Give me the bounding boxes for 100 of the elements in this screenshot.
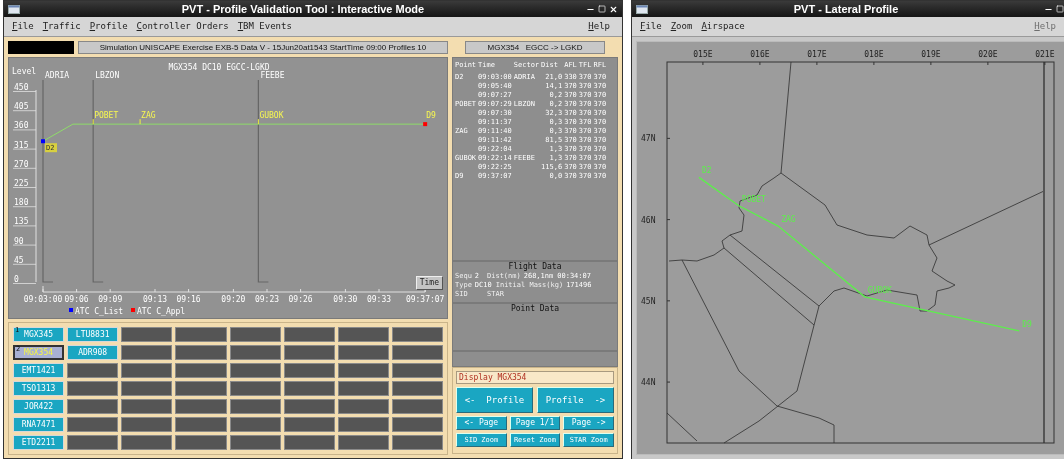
profile-button[interactable]: <- Profile — [456, 387, 533, 413]
simulation-info: Simulation UNISCAPE Exercise EXB-5 Data V - 15Jun20at1543 StartTime 09:00 Profiles 10 — [78, 41, 448, 54]
menu-item[interactable]: File — [12, 19, 34, 34]
empty-slot — [175, 435, 227, 450]
level-tick-label: 360 — [14, 121, 29, 131]
level-tick-label: 450 — [14, 83, 29, 92]
legend-label: ATC C_List — [75, 307, 124, 316]
chart-title: MGX354 DC10 EGCC-LGKD — [168, 63, 270, 72]
latitude-label: 46N — [641, 215, 656, 225]
section-title: Flight Data — [507, 262, 563, 272]
end-marker — [423, 122, 428, 127]
empty-slot — [175, 345, 227, 360]
waypoint-label: POBET — [741, 194, 766, 204]
empty-slot — [391, 417, 443, 432]
empty-slot — [67, 381, 119, 396]
empty-slot — [391, 435, 443, 450]
menu-item[interactable]: File — [640, 19, 662, 34]
time-button[interactable]: Time — [415, 276, 443, 290]
empty-slot — [337, 417, 389, 432]
menu-item[interactable]: Zoom — [670, 19, 693, 34]
latitude-tick — [666, 300, 671, 302]
longitude-tick — [759, 61, 761, 66]
latitude-tick — [666, 219, 671, 221]
longitude-label: 017E — [807, 50, 827, 59]
longitude-label: 018E — [864, 50, 884, 59]
window-title: PVT - Lateral Profile — [792, 3, 900, 15]
time-tick-label: 09:20 — [221, 295, 246, 304]
longitude-tick — [873, 61, 875, 66]
waypoint-label: D2 — [701, 166, 712, 176]
empty-slot — [283, 399, 335, 414]
waypoint-label: ZAG — [781, 215, 796, 225]
sector-label: ADRIA — [45, 71, 70, 80]
empty-slot — [337, 327, 389, 342]
empty-slot — [229, 327, 281, 342]
waypoint-label: GUBOK — [867, 285, 892, 295]
level-tick-label: 135 — [14, 217, 29, 227]
section-title: Point Data — [509, 304, 561, 314]
empty-slot — [121, 363, 173, 378]
menu-item[interactable]: Airspace — [701, 19, 745, 34]
waypoint-label: POBET — [94, 111, 119, 121]
waypoint-tick — [92, 118, 94, 125]
empty-slot — [283, 435, 335, 450]
flight-button[interactable]: JOR422 — [13, 399, 65, 414]
empty-slot — [121, 345, 173, 360]
empty-slot — [337, 435, 389, 450]
empty-slot — [391, 345, 443, 360]
level-tick-label: 405 — [14, 102, 29, 112]
time-tick-label: 09:23 — [254, 295, 280, 304]
flight-button[interactable]: TSO1313 — [13, 381, 65, 396]
empty-slot — [121, 381, 173, 396]
empty-slot — [283, 327, 335, 342]
window-title: PVT - Profile Validation Tool : Interactive Mode — [180, 3, 426, 15]
level-tick-label: 90 — [14, 236, 24, 246]
waypoint-tick — [139, 118, 141, 125]
empty-slot — [175, 381, 227, 396]
empty-slot — [175, 417, 227, 432]
legend-label: ATC C_Appl — [137, 307, 186, 316]
page-button[interactable]: <- Page — [456, 416, 507, 430]
waypoint-label: GUBOK — [259, 111, 284, 121]
menu-item[interactable]: Traffic — [42, 19, 81, 34]
page-button[interactable]: Page 1/1 — [509, 416, 561, 430]
empty-slot — [229, 399, 281, 414]
menu-item[interactable]: TBM Events — [237, 19, 292, 34]
flight-button[interactable]: ETD2211 — [13, 435, 65, 450]
flight-button[interactable]: EMT1421 — [13, 363, 65, 378]
time-tick-label: 09:37:07 — [405, 295, 445, 304]
maximize-icon[interactable] — [1056, 5, 1064, 13]
help-menu[interactable]: Help — [588, 19, 614, 34]
empty-slot — [337, 363, 389, 378]
latitude-label: 45N — [641, 296, 656, 306]
page-button[interactable]: Page -> — [563, 416, 614, 430]
close-icon[interactable] — [609, 4, 618, 14]
empty-slot — [67, 417, 119, 432]
empty-slot — [283, 417, 335, 432]
empty-slot — [121, 435, 173, 450]
waypoint-tick — [257, 118, 259, 125]
longitude-tick — [930, 61, 932, 66]
flight-button[interactable]: ADR908 — [67, 345, 119, 360]
sector-label: FEEBE — [260, 71, 285, 80]
maximize-icon[interactable] — [598, 5, 606, 13]
level-tick-label: 180 — [14, 198, 29, 208]
level-tick-label: 0 — [14, 275, 19, 284]
menu-item[interactable]: Controller Orders — [136, 19, 229, 34]
flight-button[interactable]: LTU8831 — [67, 327, 119, 342]
status-display — [8, 41, 74, 54]
display-field: Display MGX354 — [456, 371, 614, 384]
profile-button[interactable]: Profile -> — [537, 387, 614, 413]
empty-slot — [121, 399, 173, 414]
empty-slot — [121, 327, 173, 342]
waypoint-label: D9 — [1022, 319, 1032, 329]
window-menu-icon[interactable] — [636, 4, 648, 14]
axis-label: Level — [12, 67, 37, 76]
longitude-label: 019E — [921, 50, 941, 59]
time-tick-label: 09:06 — [64, 295, 89, 304]
menu-item[interactable]: Profile — [89, 19, 128, 34]
empty-slot — [121, 417, 173, 432]
flight-button[interactable]: RNA7471 — [13, 417, 65, 432]
level-tick-label: 45 — [14, 255, 24, 265]
longitude-tick — [816, 61, 818, 66]
window-menu-icon[interactable] — [8, 4, 20, 14]
